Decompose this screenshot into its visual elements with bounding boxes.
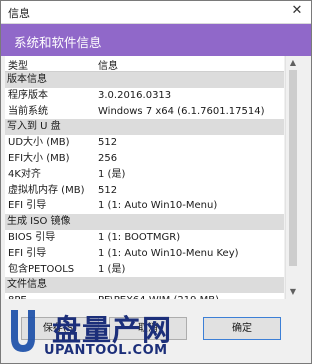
- row-value: 256: [98, 152, 118, 164]
- info-list[interactable]: 类型 信息 版本信息程序版本 3.0.2016.0313 当前系统 Windows 7…: [5, 56, 284, 299]
- usb-u-logo: [11, 310, 35, 352]
- group-label: 版本信息: [7, 74, 47, 85]
- table-row[interactable]: 程序版本 3.0.2016.0313: [5, 88, 284, 104]
- group-row[interactable]: 生成 ISO 镜像: [5, 214, 284, 230]
- group-label: 文件信息: [7, 279, 47, 291]
- table-row[interactable]: 当前系统 Windows 7 x64 (6.1.7601.17514): [5, 104, 284, 120]
- row-type: 当前系统: [8, 105, 48, 117]
- table-row[interactable]: 4K对齐 1 (是): [5, 167, 284, 183]
- header-title: 系统和软件信息: [14, 35, 102, 50]
- table-row[interactable]: BIOS 引导 1 (1: BOOTMGR): [5, 230, 284, 246]
- row-value: 1 (1: BOOTMGR): [98, 231, 181, 243]
- scroll-thumb[interactable]: [289, 70, 297, 266]
- table-row[interactable]: 虚拟机内存 (MB) 512: [5, 183, 284, 199]
- row-value: 512: [98, 137, 118, 149]
- title-bar: 信息 ✕: [1, 1, 311, 24]
- row-value: 512: [98, 184, 118, 196]
- list-rows: 版本信息程序版本 3.0.2016.0313 当前系统 Windows 7 x64 (…: [5, 72, 284, 299]
- row-type: UD大小 (MB): [8, 137, 70, 149]
- row-type: 程序版本: [8, 89, 48, 101]
- row-type: EFI大小 (MB): [8, 152, 70, 164]
- column-header-info[interactable]: 信息: [98, 57, 118, 72]
- row-value: 1 (1: Auto Win10-Menu Key): [98, 247, 239, 259]
- row-type: 4K对齐: [8, 168, 41, 180]
- dialog-header: 系统和软件信息: [1, 24, 311, 56]
- watermark-url: UPANTOOL.COM: [44, 343, 168, 358]
- group-row[interactable]: 写入到 U 盘: [5, 119, 284, 136]
- group-row[interactable]: 版本信息: [5, 72, 284, 88]
- group-label: 生成 ISO 镜像: [7, 216, 71, 228]
- row-type: 包含PETOOLS: [8, 263, 75, 275]
- ok-button[interactable]: 确定: [203, 317, 281, 340]
- site-watermark: 盘量产网 UPANTOOL.COM: [4, 300, 184, 362]
- table-row[interactable]: UD大小 (MB) 512: [5, 135, 284, 151]
- vertical-scrollbar[interactable]: ▲ ▼: [285, 56, 300, 299]
- row-type: BIOS 引导: [8, 231, 56, 243]
- chevron-up-icon[interactable]: ▲: [286, 56, 300, 70]
- table-row[interactable]: EFI 引导 1 (1: Auto Win10-Menu): [5, 198, 284, 214]
- table-row[interactable]: EFI大小 (MB) 256: [5, 151, 284, 167]
- group-label: 写入到 U 盘: [7, 121, 61, 133]
- window-title: 信息: [8, 7, 30, 20]
- list-header: 类型 信息: [5, 56, 284, 72]
- table-row[interactable]: 包含PETOOLS 1 (是): [5, 262, 284, 278]
- row-type: 虚拟机内存 (MB): [8, 184, 85, 196]
- row-type: EFI 引导: [8, 200, 47, 212]
- table-row[interactable]: EFI 引导 1 (1: Auto Win10-Menu Key): [5, 246, 284, 262]
- column-header-type[interactable]: 类型: [8, 57, 28, 72]
- row-value: 3.0.2016.0313: [98, 89, 172, 101]
- close-icon[interactable]: ✕: [290, 4, 304, 18]
- row-value: 1 (1: Auto Win10-Menu): [98, 200, 218, 212]
- row-value: Windows 7 x64 (6.1.7601.17514): [98, 105, 265, 117]
- chevron-down-icon[interactable]: ▼: [286, 285, 300, 299]
- row-value: 1 (是): [98, 263, 126, 275]
- row-type: EFI 引导: [8, 247, 47, 259]
- group-row[interactable]: 文件信息: [5, 277, 284, 294]
- row-value: 1 (是): [98, 168, 126, 180]
